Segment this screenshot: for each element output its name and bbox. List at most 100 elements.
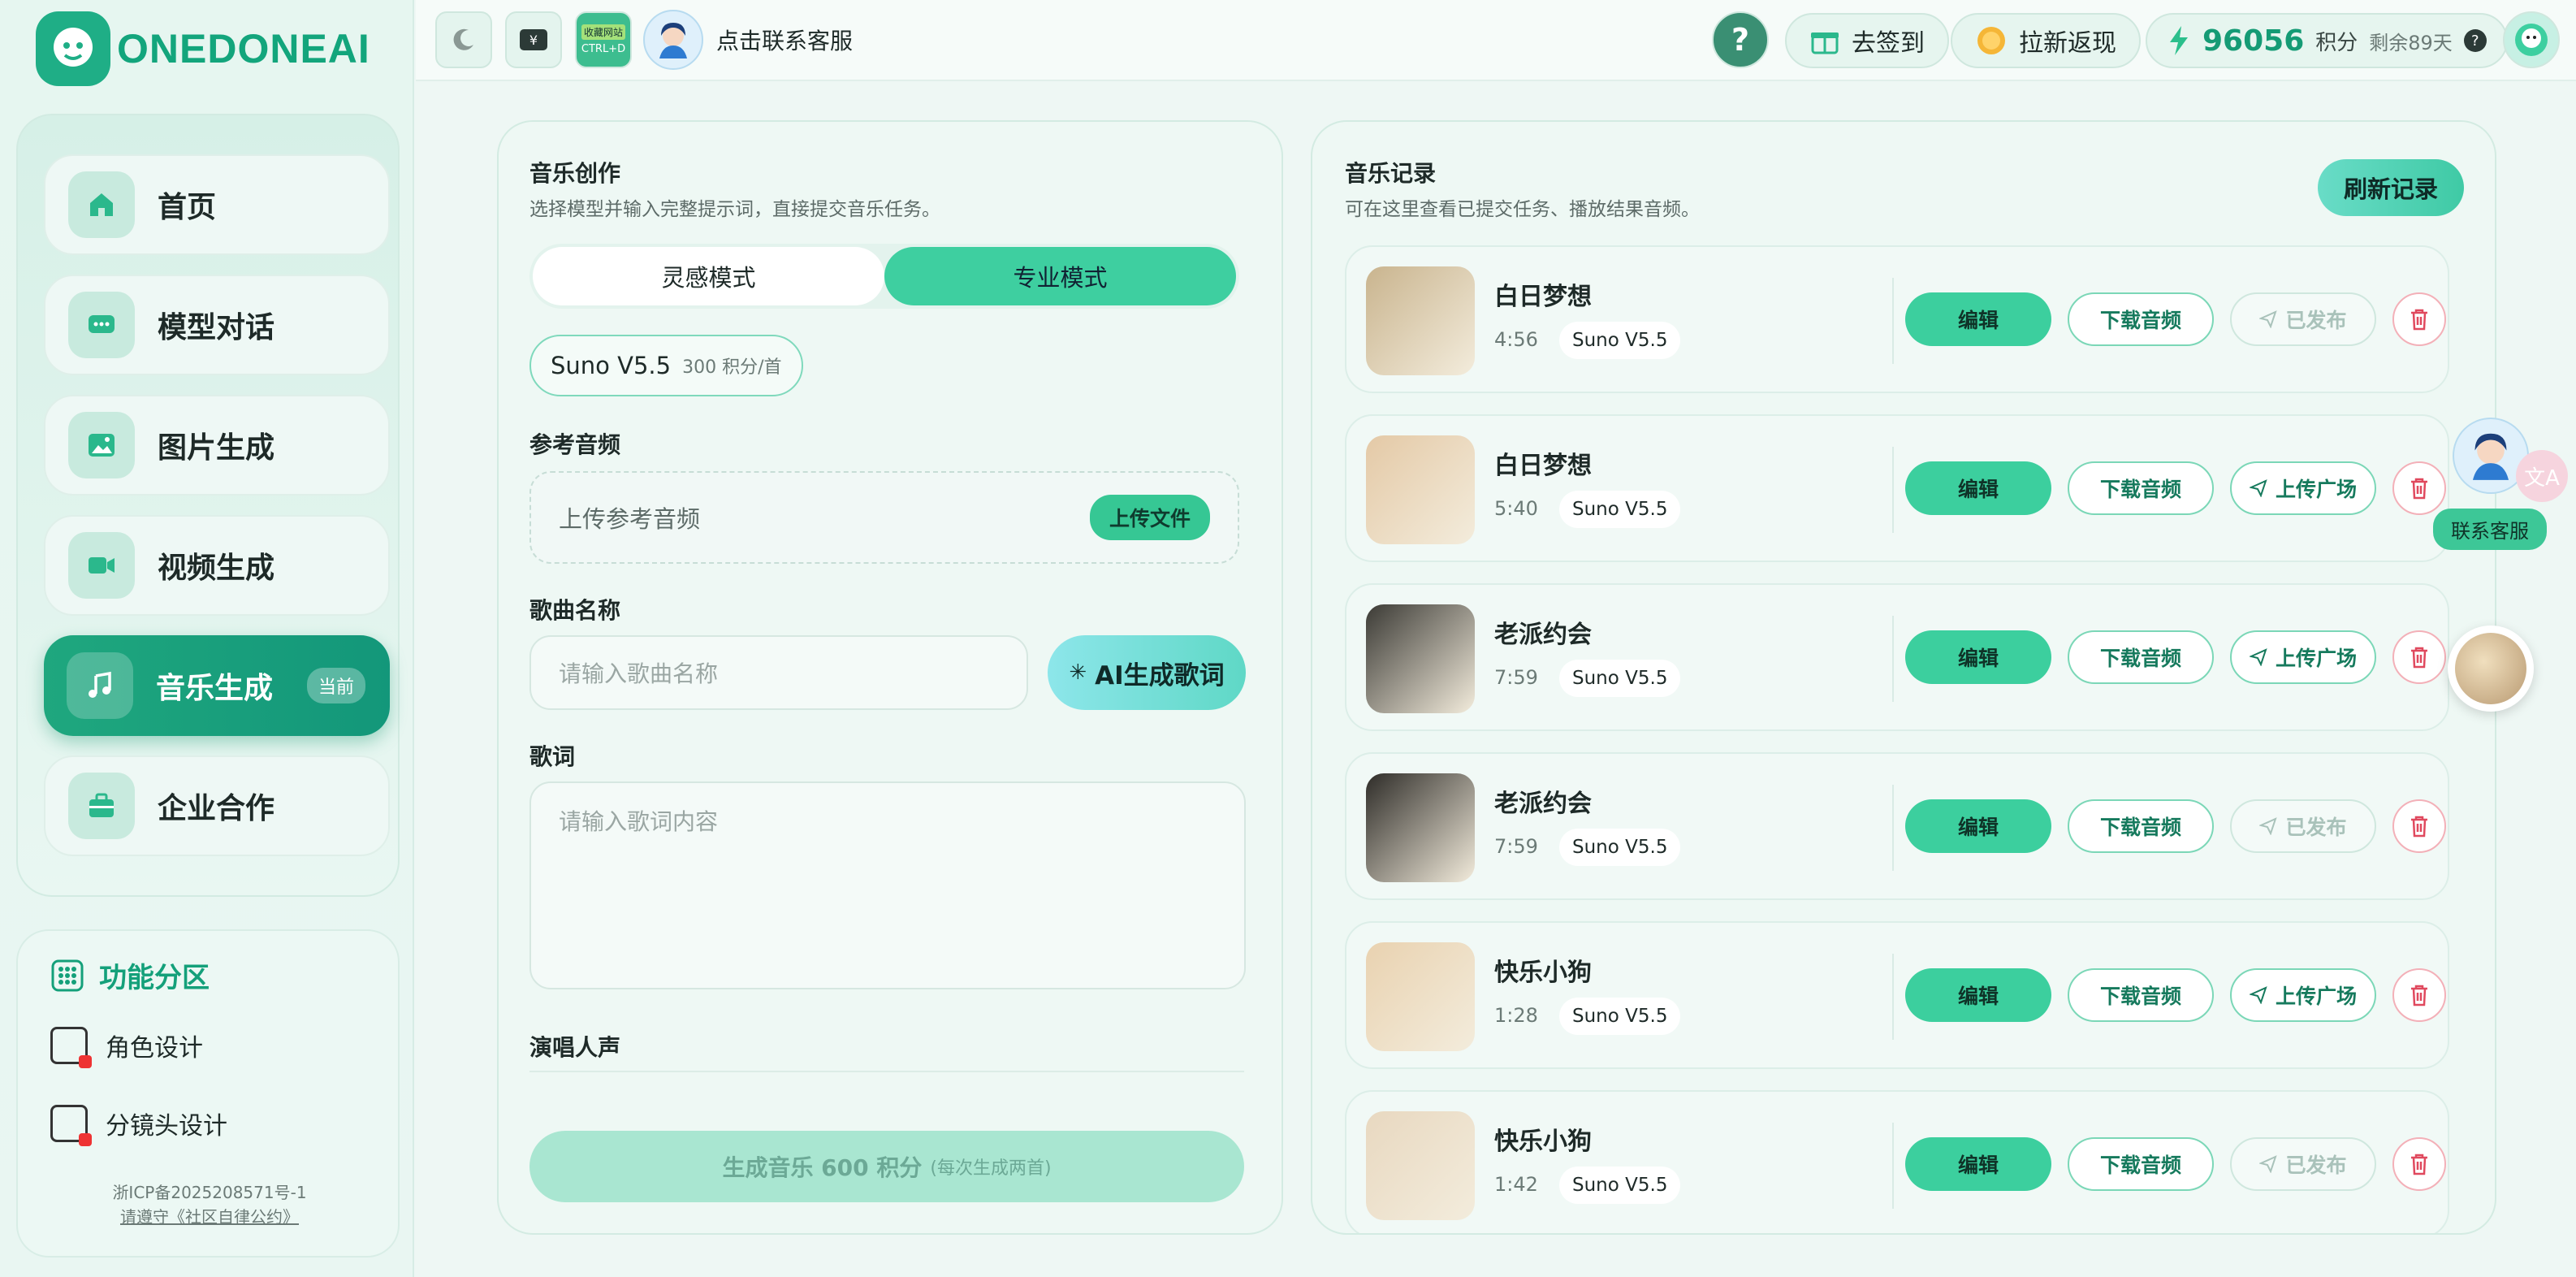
user-avatar[interactable] xyxy=(2503,11,2560,68)
record-duration: 5:40 xyxy=(1494,497,1538,520)
sidebar-item-image[interactable]: 图片生成 xyxy=(44,395,390,496)
record-item[interactable]: 白日梦想 4:56 Suno V5.5 编辑 下载音频 已发布 xyxy=(1345,245,2449,393)
download-audio-button[interactable]: 下载音频 xyxy=(2068,630,2214,684)
edit-button[interactable]: 编辑 xyxy=(1905,799,2051,853)
function-section-label: 功能分区 xyxy=(99,962,210,994)
sidebar-item-music[interactable]: 音乐生成 当前 xyxy=(44,635,390,736)
delete-button[interactable] xyxy=(2392,292,2446,346)
delete-button[interactable] xyxy=(2392,630,2446,684)
sidebar-item-home[interactable]: 首页 xyxy=(44,154,390,255)
floating-contact-button[interactable]: 联系客服 xyxy=(2433,509,2547,550)
edit-button[interactable]: 编辑 xyxy=(1905,1137,2051,1191)
sidebar-item-enterprise[interactable]: 企业合作 xyxy=(44,755,390,856)
sidebar: ONEDONEAI 首页 模型对话 图片生成 视频生成 音乐生成 当前 企业合作 xyxy=(0,0,414,1277)
floating-player[interactable] xyxy=(2448,626,2534,712)
generate-music-button[interactable]: 生成音乐 600 积分 (每次生成两首) xyxy=(529,1131,1244,1202)
generate-label: 生成音乐 600 积分 xyxy=(722,1154,923,1181)
checkin-button[interactable]: 去签到 xyxy=(1785,13,1949,68)
record-title: 老派约会 xyxy=(1494,790,1592,818)
delete-button[interactable] xyxy=(2392,799,2446,853)
album-cover[interactable] xyxy=(1366,604,1475,713)
brand-name: ONEDONEAI xyxy=(117,26,370,71)
tab-professional-mode[interactable]: 专业模式 xyxy=(884,247,1236,305)
delete-button[interactable] xyxy=(2392,461,2446,515)
lightning-icon xyxy=(2170,26,2188,55)
lyrics-label: 歌词 xyxy=(529,743,576,770)
theme-toggle-button[interactable] xyxy=(435,11,492,68)
download-audio-button[interactable]: 下载音频 xyxy=(2068,799,2214,853)
avatar-icon xyxy=(2515,24,2548,56)
now-playing-cover-icon xyxy=(2455,633,2526,704)
record-item[interactable]: 老派约会 7:59 Suno V5.5 编辑 下载音频 已发布 xyxy=(1345,752,2449,900)
publish-button[interactable]: 已发布 xyxy=(2230,1137,2376,1191)
album-cover[interactable] xyxy=(1366,942,1475,1051)
album-cover[interactable] xyxy=(1366,435,1475,544)
trash-icon xyxy=(2411,816,2427,838)
record-item[interactable]: 老派约会 7:59 Suno V5.5 编辑 下载音频 上传广场 xyxy=(1345,583,2449,731)
ai-generate-lyrics-button[interactable]: ✳ AI生成歌词 xyxy=(1048,635,1246,710)
record-title: 快乐小狗 xyxy=(1494,1128,1592,1156)
sidebar-item-label: 音乐生成 xyxy=(156,672,274,705)
function-item-character-design[interactable]: 角色设计 xyxy=(50,1027,203,1068)
function-item-storyboard-design[interactable]: 分镜头设计 xyxy=(50,1105,227,1146)
music-creation-panel: 音乐创作 选择模型并输入完整提示词，直接提交音乐任务。 灵感模式 专业模式 Su… xyxy=(497,120,1283,1235)
brand-logo[interactable]: ONEDONEAI xyxy=(36,11,370,86)
publish-button[interactable]: 已发布 xyxy=(2230,799,2376,853)
logo-mark-icon xyxy=(36,11,110,86)
publish-button[interactable]: 上传广场 xyxy=(2230,968,2376,1022)
album-cover[interactable] xyxy=(1366,266,1475,375)
tab-inspiration-mode[interactable]: 灵感模式 xyxy=(533,247,884,305)
translate-icon[interactable]: 文A xyxy=(2516,450,2568,502)
download-audio-button[interactable]: 下载音频 xyxy=(2068,1137,2214,1191)
delete-button[interactable] xyxy=(2392,1137,2446,1191)
bookmark-site-button[interactable]: 收藏网站 CTRL+D xyxy=(575,11,632,68)
briefcase-icon xyxy=(68,773,135,839)
refresh-records-button[interactable]: 刷新记录 xyxy=(2317,159,2464,216)
sidebar-item-video[interactable]: 视频生成 xyxy=(44,515,390,616)
gift-icon xyxy=(1811,32,1839,54)
download-audio-button[interactable]: 下载音频 xyxy=(2068,968,2214,1022)
record-model-tag: Suno V5.5 xyxy=(1559,998,1681,1035)
download-audio-button[interactable]: 下载音频 xyxy=(2068,461,2214,515)
chat-icon xyxy=(68,292,135,358)
record-item[interactable]: 快乐小狗 1:42 Suno V5.5 编辑 下载音频 已发布 xyxy=(1345,1090,2449,1233)
publish-button[interactable]: 上传广场 xyxy=(2230,630,2376,684)
album-cover[interactable] xyxy=(1366,1111,1475,1220)
info-icon[interactable]: ? xyxy=(2463,29,2487,52)
record-item[interactable]: 白日梦想 5:40 Suno V5.5 编辑 下载音频 上传广场 xyxy=(1345,414,2449,562)
help-button[interactable]: ? xyxy=(1712,11,1769,68)
ref-audio-dropzone[interactable]: 上传参考音频 上传文件 xyxy=(529,471,1239,564)
model-selector[interactable]: Suno V5.5 300 积分/首 xyxy=(529,335,803,396)
divider xyxy=(1892,954,1894,1040)
top-bar: ¥ 收藏网站 CTRL+D 点击联系客服 ? 去签到 拉新返现 96056 积分… xyxy=(416,0,2576,81)
edit-button[interactable]: 编辑 xyxy=(1905,630,2051,684)
invite-cashback-button[interactable]: 拉新返现 xyxy=(1951,13,2141,68)
album-cover[interactable] xyxy=(1366,773,1475,882)
contact-support-link[interactable]: 点击联系客服 xyxy=(643,10,853,70)
sidebar-item-chat[interactable]: 模型对话 xyxy=(44,275,390,375)
wallet-button[interactable]: ¥ xyxy=(505,11,562,68)
points-balance[interactable]: 96056 积分 剩余89天 ? xyxy=(2146,13,2508,68)
record-item[interactable]: 快乐小狗 1:28 Suno V5.5 编辑 下载音频 上传广场 xyxy=(1345,921,2449,1069)
record-model-tag: Suno V5.5 xyxy=(1559,660,1681,697)
edit-button[interactable]: 编辑 xyxy=(1905,461,2051,515)
edit-button[interactable]: 编辑 xyxy=(1905,968,2051,1022)
wallet-icon: ¥ xyxy=(520,29,547,50)
trash-icon xyxy=(2411,1154,2427,1175)
icp-record[interactable]: 浙ICP备2025208571号-1 xyxy=(18,1180,401,1203)
model-name: Suno V5.5 xyxy=(551,352,672,379)
edit-button[interactable]: 编辑 xyxy=(1905,292,2051,346)
publish-button[interactable]: 已发布 xyxy=(2230,292,2376,346)
upload-file-button[interactable]: 上传文件 xyxy=(1089,495,1210,540)
divider xyxy=(1892,447,1894,533)
publish-button[interactable]: 上传广场 xyxy=(2230,461,2376,515)
download-audio-button[interactable]: 下载音频 xyxy=(2068,292,2214,346)
record-model-tag: Suno V5.5 xyxy=(1559,491,1681,528)
song-name-input[interactable]: 请输入歌曲名称 xyxy=(529,635,1028,710)
lyrics-textarea[interactable]: 请输入歌词内容 xyxy=(529,781,1246,989)
community-rules-link[interactable]: 请遵守《社区自律公约》 xyxy=(18,1204,401,1227)
delete-button[interactable] xyxy=(2392,968,2446,1022)
invite-label: 拉新返现 xyxy=(2019,29,2116,58)
function-section-title: 功能分区 xyxy=(50,955,210,995)
sidebar-item-label: 视频生成 xyxy=(158,552,275,585)
